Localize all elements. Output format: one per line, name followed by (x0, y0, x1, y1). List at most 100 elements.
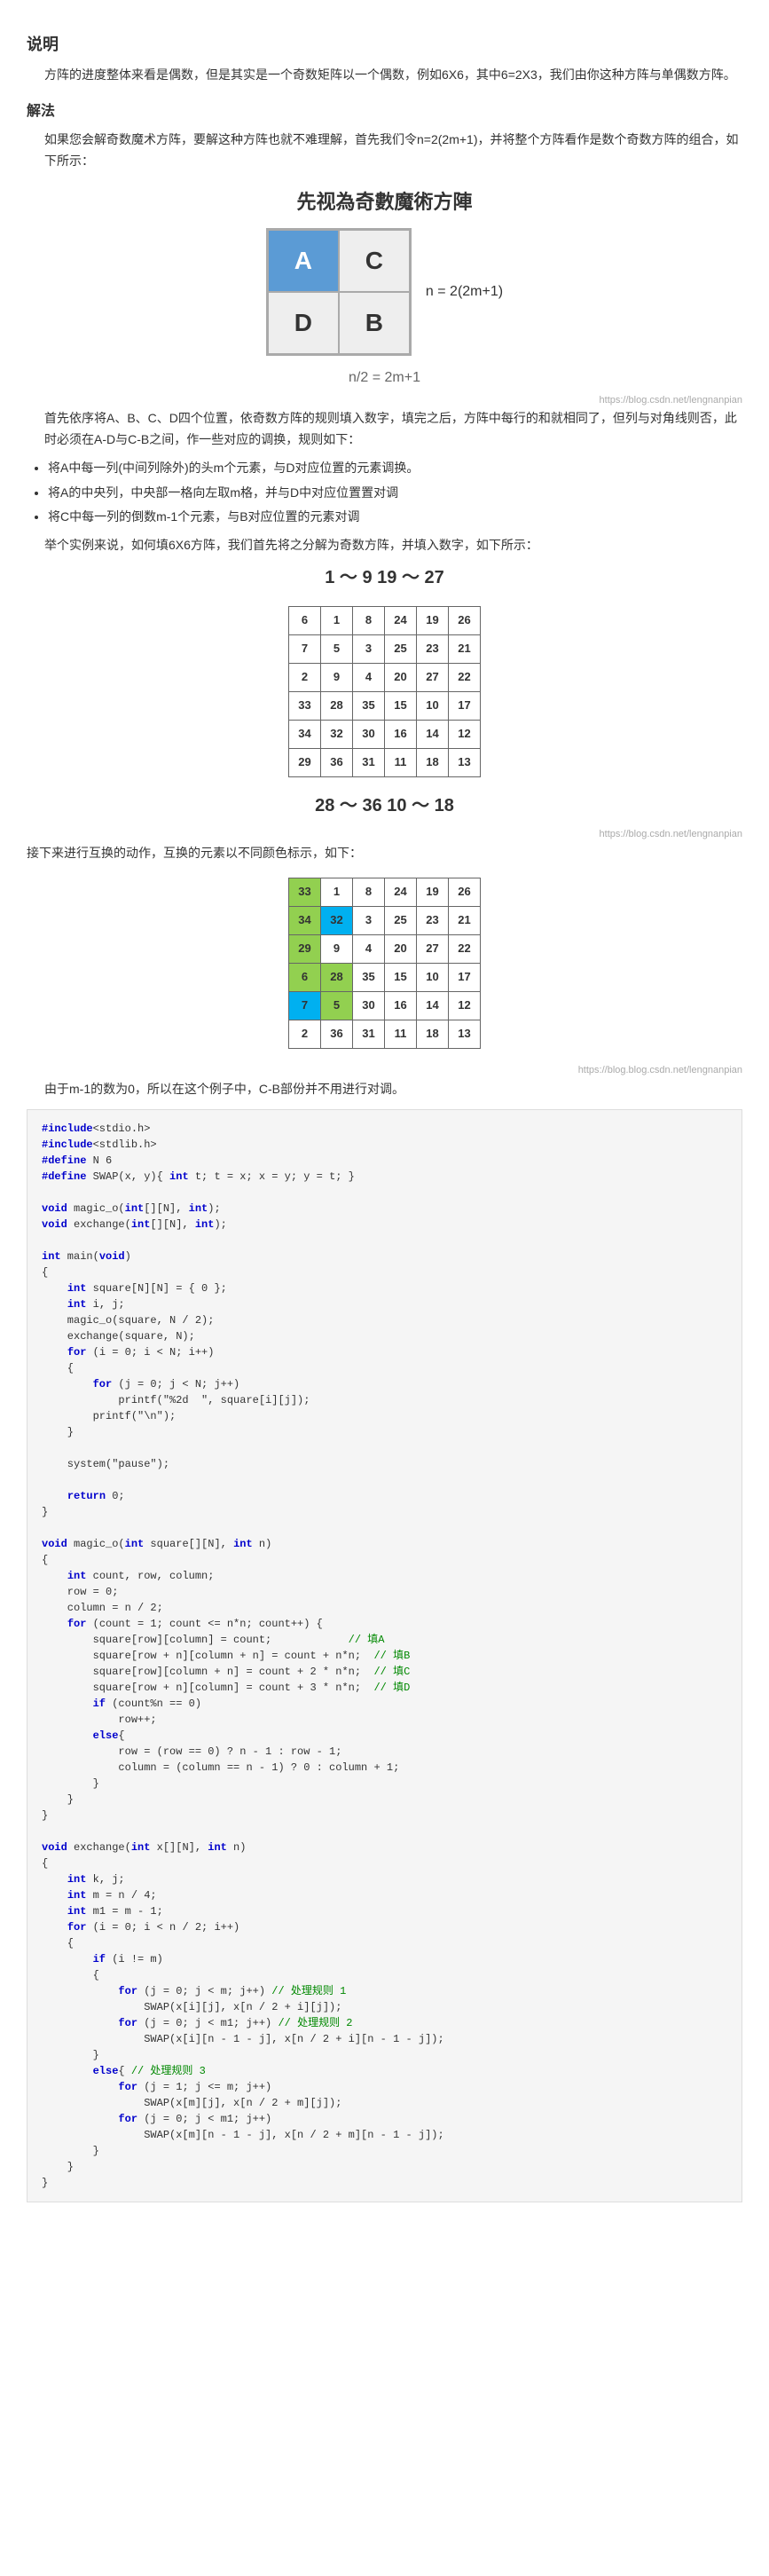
table-row: 2 (289, 663, 321, 691)
grid2-container: 3318241926343232523212994202722628351510… (27, 870, 742, 1056)
table-row: 1 (321, 878, 353, 907)
table-row: 26 (449, 878, 481, 907)
abcd-diagram: A C D B n = 2(2m+1) (27, 228, 742, 356)
table-row: 11 (385, 748, 417, 776)
table-row: 34 (289, 907, 321, 935)
watermark1: https://blog.csdn.net/lengnanpian (27, 393, 742, 409)
table-row: 36 (321, 748, 353, 776)
cell-b: B (339, 292, 410, 354)
example-intro: 举个实例来说，如何填6X6方阵，我们首先将之分解为奇数方阵，并填入数字，如下所示… (44, 535, 742, 556)
table-row: 2 (289, 1020, 321, 1049)
table-row: 12 (449, 720, 481, 748)
grid1-container: 6182419267532523212942027223328351510173… (27, 599, 742, 784)
table-row: 23 (417, 907, 449, 935)
cell-c: C (339, 230, 410, 292)
table-row: 18 (417, 748, 449, 776)
table-row: 16 (385, 720, 417, 748)
rules-intro: 首先依序将A、B、C、D四个位置，依奇数方阵的规则填入数字，填完之后，方阵中每行… (44, 408, 742, 451)
table-row: 30 (353, 720, 385, 748)
table-row: 25 (385, 907, 417, 935)
solution-intro-text: 如果您会解奇数魔术方阵，要解这种方阵也就不难理解，首先我们令n=2(2m+1)，… (44, 130, 742, 172)
table-row: 10 (417, 691, 449, 720)
big-title: 先视為奇數魔術方陣 (27, 186, 742, 217)
table-row: 6 (289, 964, 321, 992)
table-row: 27 (417, 935, 449, 964)
table-row: 28 (321, 964, 353, 992)
magic-table-2: 3318241926343232523212994202722628351510… (288, 878, 481, 1049)
table-row: 7 (289, 992, 321, 1020)
rule-3: 将C中每一列的倒数m-1个元素，与B对应位置的元素对调 (48, 507, 742, 528)
title-jiefa: 解法 (27, 100, 742, 123)
table-row: 14 (417, 720, 449, 748)
rule-1: 将A中每一列(中间列除外)的头m个元素，与D对应位置的元素调换。 (48, 458, 742, 479)
table-row: 17 (449, 691, 481, 720)
section-intro: 说明 方阵的进度整体来看是偶数，但是其实是一个奇数矩阵以一个偶数，例如6X6，其… (27, 32, 742, 86)
rule-2: 将A的中央列，中央部一格向左取m格，并与D中对应位置置对调 (48, 483, 742, 504)
table-row: 21 (449, 907, 481, 935)
table-row: 13 (449, 748, 481, 776)
exchange-intro: 接下来进行互换的动作，互换的元素以不同颜色标示，如下： (27, 843, 742, 864)
rules-list: 将A中每一列(中间列除外)的头m个元素，与D对应位置的元素调换。 将A的中央列，… (48, 458, 742, 528)
table-row: 31 (353, 748, 385, 776)
table-row: 22 (449, 663, 481, 691)
table-row: 15 (385, 964, 417, 992)
table-row: 15 (385, 691, 417, 720)
title-shuoming: 说明 (27, 32, 742, 58)
table-row: 32 (321, 720, 353, 748)
cell-d: D (268, 292, 339, 354)
table-row: 31 (353, 1020, 385, 1049)
watermark2: https://blog.csdn.net/lengnanpian (27, 827, 742, 843)
table-row: 4 (353, 663, 385, 691)
section-solution: 解法 如果您会解奇数魔术方阵，要解这种方阵也就不难理解，首先我们令n=2(2m+… (27, 100, 742, 172)
table-row: 26 (449, 606, 481, 634)
n-formula-label: n = 2(2m+1) (426, 280, 503, 303)
table-row: 35 (353, 691, 385, 720)
table-row: 24 (385, 878, 417, 907)
table-row: 17 (449, 964, 481, 992)
table-row: 34 (289, 720, 321, 748)
code-block: #include<stdio.h> #include<stdlib.h> #de… (27, 1109, 742, 2202)
table-row: 13 (449, 1020, 481, 1049)
table-row: 3 (353, 634, 385, 663)
table-row: 24 (385, 606, 417, 634)
table-row: 9 (321, 663, 353, 691)
table-row: 3 (353, 907, 385, 935)
table-row: 10 (417, 964, 449, 992)
table-row: 18 (417, 1020, 449, 1049)
table-row: 7 (289, 634, 321, 663)
table-row: 8 (353, 606, 385, 634)
watermark3: https://blog.blog.csdn.net/lengnanpian (27, 1063, 742, 1079)
table-row: 1 (321, 606, 353, 634)
cell-a: A (268, 230, 339, 292)
table-row: 14 (417, 992, 449, 1020)
table-row: 22 (449, 935, 481, 964)
table-row: 30 (353, 992, 385, 1020)
n-half-formula: n/2 = 2m+1 (27, 366, 742, 390)
intro-text: 方阵的进度整体来看是偶数，但是其实是一个奇数矩阵以一个偶数，例如6X6，其中6=… (44, 65, 742, 86)
table-row: 36 (321, 1020, 353, 1049)
m-note: 由于m-1的数为0，所以在这个例子中，C-B部份并不用进行对调。 (44, 1079, 742, 1100)
table-row: 19 (417, 606, 449, 634)
table-row: 23 (417, 634, 449, 663)
table-row: 32 (321, 907, 353, 935)
table-row: 27 (417, 663, 449, 691)
table-row: 25 (385, 634, 417, 663)
table-row: 19 (417, 878, 449, 907)
table-row: 29 (289, 748, 321, 776)
table-row: 16 (385, 992, 417, 1020)
n-formula-text: n = 2(2m+1) (426, 284, 503, 299)
range-label-1: 1 ～ 9 19 ～ 27 (27, 563, 742, 592)
table-row: 8 (353, 878, 385, 907)
table-row: 28 (321, 691, 353, 720)
table-row: 5 (321, 634, 353, 663)
table-row: 35 (353, 964, 385, 992)
range-label-2: 28 ～ 36 10 ～ 18 (27, 792, 742, 820)
table-row: 6 (289, 606, 321, 634)
table-row: 4 (353, 935, 385, 964)
table-row: 20 (385, 663, 417, 691)
table-row: 29 (289, 935, 321, 964)
magic-table-1: 6182419267532523212942027223328351510173… (288, 606, 481, 777)
table-row: 11 (385, 1020, 417, 1049)
table-row: 21 (449, 634, 481, 663)
table-row: 5 (321, 992, 353, 1020)
